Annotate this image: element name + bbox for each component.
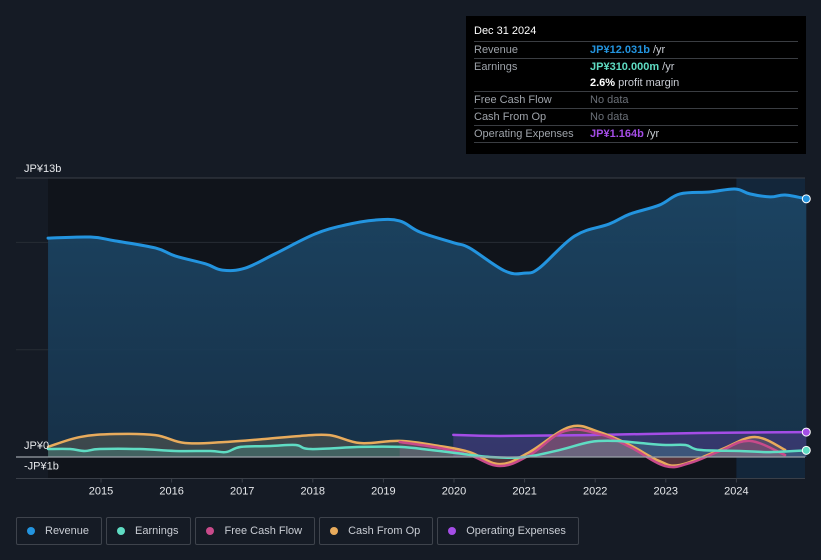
- tooltip-value: JP¥12.031b: [590, 44, 650, 56]
- legend-label: Earnings: [135, 525, 179, 537]
- tooltip-value: JP¥310.000m: [590, 61, 660, 73]
- tooltip-row-cfo: Cash From Op No data: [474, 109, 798, 126]
- x-tick-label: 2019: [371, 485, 395, 497]
- tooltip-row-revenue: Revenue JP¥12.031b /yr: [474, 42, 798, 59]
- x-tick-label: 2023: [654, 485, 678, 497]
- tooltip-suffix: /yr: [649, 44, 666, 56]
- x-tick-label: 2018: [301, 485, 325, 497]
- legend-label: Revenue: [45, 525, 90, 537]
- tooltip: Dec 31 2024 Revenue JP¥12.031b /yr Earni…: [466, 16, 806, 154]
- legend-label: Free Cash Flow: [224, 525, 303, 537]
- tooltip-value: No data: [590, 94, 629, 106]
- opex-dot-icon: [448, 527, 457, 535]
- legend: Revenue Earnings Free Cash Flow Cash Fro…: [16, 517, 579, 545]
- cfo-dot-icon: [330, 527, 339, 535]
- tooltip-row-fcf: Free Cash Flow No data: [474, 92, 798, 109]
- y-tick-label-top: JP¥13b: [24, 163, 61, 175]
- tooltip-suffix: profit margin: [615, 77, 680, 89]
- legend-item-free-cash-flow[interactable]: Free Cash Flow: [195, 517, 316, 545]
- legend-item-operating-expenses[interactable]: Operating Expenses: [437, 517, 579, 545]
- operating-expenses-end-marker: [801, 427, 811, 437]
- earnings-end-marker: [801, 445, 811, 455]
- x-tick-label: 2024: [724, 485, 748, 497]
- revenue-dot-icon: [27, 527, 35, 535]
- x-tick-label: 2020: [442, 485, 466, 497]
- tooltip-suffix: /yr: [659, 61, 675, 73]
- x-tick-label: 2016: [159, 485, 183, 497]
- legend-item-earnings[interactable]: Earnings: [106, 517, 192, 545]
- x-tick-label: 2017: [230, 485, 254, 497]
- fcf-dot-icon: [206, 527, 215, 535]
- tooltip-label: Revenue: [474, 44, 519, 56]
- tooltip-label: Free Cash Flow: [474, 94, 552, 106]
- y-tick-label-negative: -JP¥1b: [24, 460, 59, 472]
- tooltip-row-margin: 2.6% profit margin: [474, 75, 798, 92]
- tooltip-label: Earnings: [474, 61, 518, 73]
- legend-label: Operating Expenses: [466, 525, 566, 537]
- tooltip-row-opex: Operating Expenses JP¥1.164b /yr: [474, 126, 798, 143]
- tooltip-label: Operating Expenses: [474, 128, 574, 140]
- tooltip-value: JP¥1.164b: [590, 128, 644, 140]
- earnings-dot-icon: [117, 527, 126, 535]
- tooltip-label: Cash From Op: [474, 111, 547, 123]
- y-tick-label-zero: JP¥0: [24, 440, 49, 452]
- legend-item-cash-from-op[interactable]: Cash From Op: [319, 517, 434, 545]
- tooltip-row-earnings: Earnings JP¥310.000m /yr: [474, 59, 798, 75]
- tooltip-date: Dec 31 2024: [474, 24, 798, 42]
- x-tick-label: 2022: [583, 485, 607, 497]
- revenue-end-marker: [801, 194, 811, 204]
- tooltip-suffix: /yr: [643, 128, 660, 140]
- legend-label: Cash From Op: [348, 525, 421, 537]
- x-tick-label: 2015: [89, 485, 113, 497]
- x-tick-label: 2021: [512, 485, 536, 497]
- legend-item-revenue[interactable]: Revenue: [16, 517, 103, 545]
- tooltip-value: 2.6%: [590, 77, 616, 89]
- tooltip-value: No data: [590, 111, 629, 123]
